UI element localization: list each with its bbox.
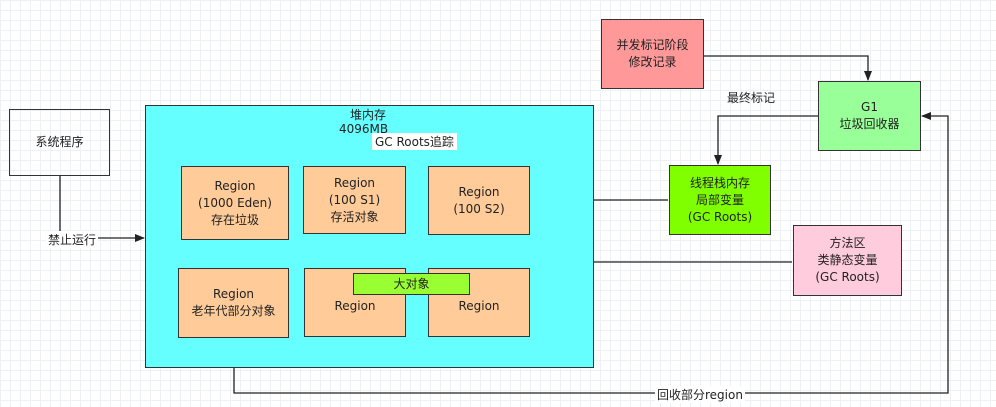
- region-s1-line2: (100 S1): [328, 192, 381, 207]
- system-program-box: 系统程序: [9, 109, 110, 176]
- stop-running-label: 禁止运行: [46, 231, 99, 248]
- stack-line3: (GC Roots): [687, 209, 753, 224]
- region-mid-label: Region: [334, 299, 376, 313]
- region-s2: Region (100 S2): [428, 166, 530, 235]
- region-s2-line2: (100 S2): [453, 201, 505, 216]
- gc-roots-trace-label: GC Roots追踪: [372, 133, 457, 150]
- arrow-program-to-heap: [59, 176, 145, 242]
- g1-collector-box: G1 垃圾回收器: [818, 81, 921, 151]
- large-object-label: 大对象: [393, 276, 430, 291]
- region-right-label: Region: [458, 299, 500, 313]
- region-old-line1: Region: [212, 287, 255, 301]
- method-area-line2: 类静态变量: [817, 253, 878, 267]
- method-area-box: 方法区 类静态变量 (GC Roots): [793, 225, 902, 296]
- stack-line2: 局部变量: [695, 192, 744, 207]
- region-eden: Region (1000 Eden) 存在垃圾: [181, 166, 289, 240]
- region-s1-line1: Region: [333, 175, 376, 190]
- region-s2-line1: Region: [458, 184, 500, 199]
- concurrent-mark-line2: 修改记录: [628, 55, 677, 69]
- region-eden-line2: (1000 Eden): [198, 195, 272, 210]
- heap-title: 堆内存: [350, 108, 387, 122]
- concurrent-mark-line1: 并发标记阶段: [616, 38, 689, 52]
- region-eden-line1: Region: [214, 178, 256, 193]
- region-eden-line3: 存在垃圾: [210, 212, 259, 227]
- stack-line1: 线程栈内存: [689, 175, 750, 190]
- thread-stack-box: 线程栈内存 局部变量 (GC Roots): [669, 165, 771, 235]
- method-area-line1: 方法区: [829, 236, 866, 250]
- reclaim-label: 回收部分region: [655, 386, 745, 403]
- final-mark-label: 最终标记: [727, 91, 776, 105]
- large-object-box: 大对象: [353, 273, 470, 295]
- region-s1: Region (100 S1) 存活对象: [303, 166, 406, 234]
- region-old: Region 老年代部分对象: [178, 268, 289, 338]
- arrow-concurrent-to-g1: [703, 55, 872, 81]
- arrow-g1-to-stack: [714, 115, 818, 165]
- g1-line2: 垃圾回收器: [839, 117, 900, 131]
- region-s1-line3: 存活对象: [330, 209, 379, 224]
- region-old-line2: 老年代部分对象: [191, 304, 276, 318]
- method-area-line3: (GC Roots): [815, 270, 880, 284]
- system-program-label: 系统程序: [35, 135, 84, 149]
- g1-line1: G1: [861, 100, 878, 114]
- concurrent-mark-box: 并发标记阶段 修改记录: [601, 19, 704, 89]
